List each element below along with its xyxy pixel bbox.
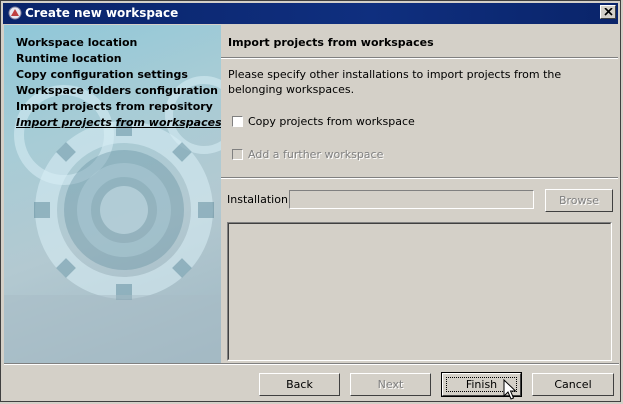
page-description: Please specify other installations to im… — [228, 68, 562, 96]
step-import-from-repository: Import projects from repository — [16, 100, 213, 113]
add-further-workspace-checkbox[interactable] — [232, 149, 243, 160]
wizard-page: Import projects from workspaces Please s… — [221, 25, 618, 363]
back-button[interactable]: Back — [259, 373, 340, 396]
step-workspace-folders-configuration: Workspace folders configuration — [16, 84, 218, 97]
close-icon — [604, 8, 613, 16]
mouse-pointer-icon — [503, 379, 517, 400]
wizard-step-list: Workspace location Runtime location Copy… — [16, 35, 221, 131]
step-import-from-workspaces: Import projects from workspaces — [16, 116, 221, 129]
page-title: Import projects from workspaces — [228, 36, 434, 49]
create-workspace-dialog: Create new workspace Workspace location … — [0, 0, 621, 402]
footer-divider — [4, 363, 619, 365]
app-icon — [8, 6, 22, 20]
cancel-button[interactable]: Cancel — [532, 373, 614, 396]
header-divider — [221, 57, 618, 59]
workspace-list[interactable] — [227, 222, 612, 361]
add-further-workspace-label: Add a further workspace — [248, 148, 384, 161]
copy-projects-label[interactable]: Copy projects from workspace — [248, 115, 415, 128]
step-runtime-location: Runtime location — [16, 52, 122, 65]
workspace-list-inner — [228, 223, 611, 360]
step-workspace-location: Workspace location — [16, 36, 138, 49]
step-copy-configuration-settings: Copy configuration settings — [16, 68, 188, 81]
browse-button[interactable]: Browse — [545, 189, 613, 212]
wizard-steps-panel: Workspace location Runtime location Copy… — [4, 25, 221, 363]
installation-field[interactable] — [289, 190, 534, 209]
window-title: Create new workspace — [25, 6, 179, 20]
title-bar[interactable]: Create new workspace — [3, 3, 618, 24]
copy-projects-checkbox[interactable] — [232, 116, 243, 127]
installation-label: Installation: — [227, 193, 292, 206]
next-button[interactable]: Next — [350, 373, 431, 396]
section-divider — [221, 177, 618, 179]
close-button[interactable] — [600, 5, 616, 19]
